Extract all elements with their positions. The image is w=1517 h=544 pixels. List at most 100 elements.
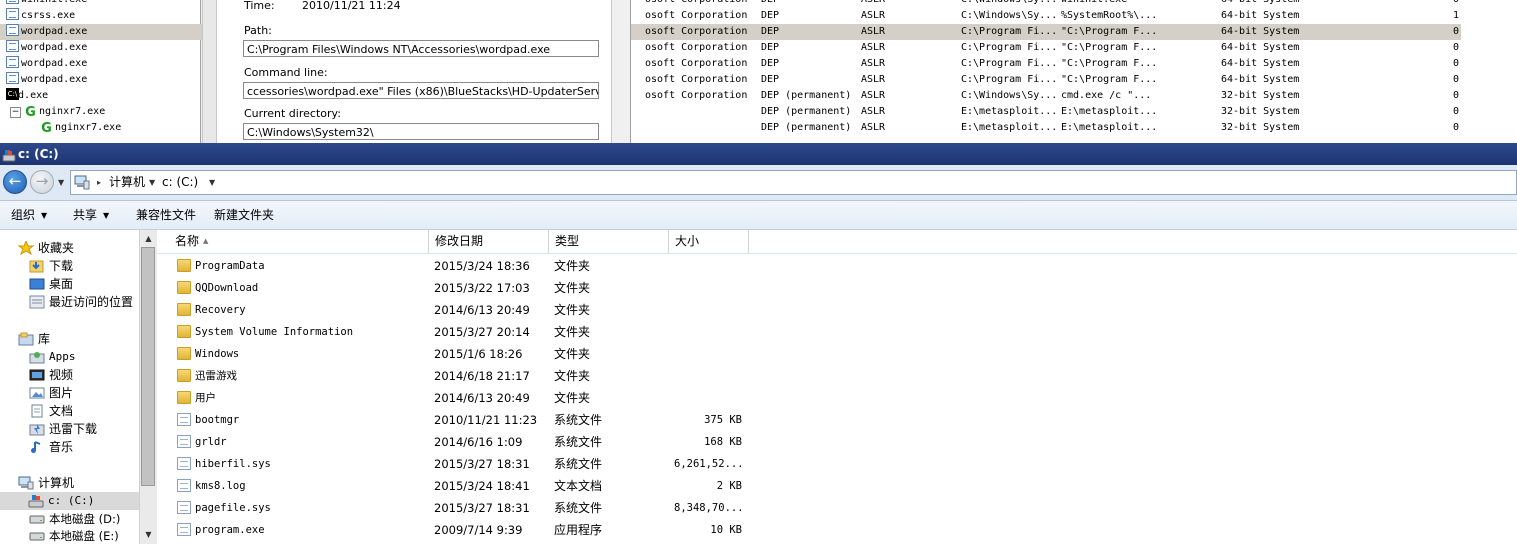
image-row[interactable]: osoft Corporation DEP ASLR C:\Windows\Sy...…: [631, 8, 1461, 24]
file-row[interactable]: bootmgr 2010/11/21 11:23 系统文件 375 KB: [157, 409, 1517, 431]
nav-label: 库: [38, 332, 51, 346]
process-row[interactable]: wordpad.exe: [0, 56, 87, 72]
image-cell-arch: 32-bit System: [1221, 106, 1300, 117]
image-row[interactable]: osoft Corporation DEP (permanent) ASLR C:\W…: [631, 88, 1461, 104]
address-field[interactable]: ▸ 计算机 ▼ c: (C:) ▼: [70, 170, 1517, 195]
breadcrumb-drive-c[interactable]: c: (C:): [162, 171, 198, 194]
explorer-title-bar[interactable]: c: (C:): [0, 143, 1517, 165]
nginx-icon: G: [41, 121, 52, 136]
breadcrumb-chevron-icon[interactable]: ▸: [97, 171, 101, 194]
file-size: 2 KB: [716, 480, 742, 492]
image-list[interactable]: osoft Corporation DEP ASLR C:\Windows\Sy...…: [631, 0, 1517, 143]
file-row[interactable]: Windows 2015/1/6 18:26 文件夹: [157, 343, 1517, 365]
share-button[interactable]: 共享 ▼: [73, 201, 109, 230]
image-cell-n: 0: [1453, 106, 1460, 117]
console-icon: C:\: [6, 88, 19, 100]
file-row[interactable]: System Volume Information 2015/3/27 20:14…: [157, 321, 1517, 343]
desktop-icon: [29, 277, 45, 291]
path-field[interactable]: C:\Program Files\Windows NT\Accessories\…: [243, 40, 599, 57]
file-type: 文件夹: [554, 303, 591, 317]
computer-icon: [74, 175, 90, 190]
column-type[interactable]: 类型: [549, 230, 669, 253]
file-name: hiberfil.sys: [195, 458, 271, 470]
folder-icon: [177, 325, 191, 338]
text-file-icon: [177, 479, 191, 492]
forward-button[interactable]: →: [30, 170, 54, 194]
breadcrumb-chevron-icon[interactable]: ▼: [209, 171, 215, 194]
panel-splitter[interactable]: [612, 0, 631, 143]
image-row[interactable]: osoft Corporation DEP ASLR C:\Program Fi...…: [631, 56, 1461, 72]
image-row[interactable]: osoft Corporation DEP ASLR C:\Program Fi...…: [631, 24, 1461, 40]
column-modified[interactable]: 修改日期: [429, 230, 549, 253]
file-row[interactable]: grldr 2014/6/16 1:09 系统文件 168 KB: [157, 431, 1517, 453]
file-modified: 2015/3/27 18:31: [434, 501, 530, 515]
image-row[interactable]: osoft Corporation DEP ASLR C:\Program Fi...…: [631, 40, 1461, 56]
organize-button[interactable]: 组织 ▼: [11, 201, 47, 230]
back-button[interactable]: ←: [3, 170, 27, 194]
file-row[interactable]: 用户 2014/6/13 20:49 文件夹: [157, 387, 1517, 409]
image-cell-company: osoft Corporation: [645, 10, 748, 21]
process-row[interactable]: wordpad.exe: [0, 40, 87, 56]
image-row[interactable]: osoft Corporation DEP ASLR C:\Windows\Sy...…: [631, 0, 1461, 8]
image-row[interactable]: osoft Corporation DEP ASLR C:\Program Fi...…: [631, 72, 1461, 88]
file-name: bootmgr: [195, 414, 240, 426]
process-row[interactable]: C:\ cmd.exe: [0, 88, 48, 104]
image-row[interactable]: DEP (permanent) ASLR E:\metasploit... E:\me…: [631, 104, 1461, 120]
image-cell-aslr: ASLR: [861, 26, 886, 37]
nav-label: 本地磁盘 (E:): [49, 529, 119, 543]
current-directory-field[interactable]: C:\Windows\System32\: [243, 123, 599, 140]
process-tree-scrollbar[interactable]: [202, 0, 217, 143]
process-tree[interactable]: wininit.exe csrss.exe wordpad.exe wordpad.e…: [0, 0, 206, 143]
image-cell-aslr: ASLR: [861, 74, 886, 85]
compat-files-button[interactable]: 兼容性文件: [136, 201, 196, 229]
image-cell-arch: 64-bit System: [1221, 42, 1300, 53]
image-cell-company: osoft Corporation: [645, 58, 748, 69]
nav-drive-c[interactable]: c: (C:): [0, 492, 139, 510]
image-cell-cmd: E:\metasploit...: [1061, 106, 1158, 117]
scroll-down-icon[interactable]: ▼: [141, 527, 156, 542]
image-cell-path: C:\Program Fi...: [961, 26, 1058, 37]
column-name[interactable]: 名称 ▲: [157, 230, 429, 253]
command-line-field[interactable]: ccessories\wordpad.exe" Files (x86)\Blue…: [243, 82, 599, 99]
navigation-pane-scrollbar[interactable]: ▲ ▼: [139, 230, 157, 544]
breadcrumb-computer[interactable]: 计算机: [109, 171, 145, 194]
scrollbar-thumb[interactable]: [141, 247, 155, 486]
process-name: nginxr7.exe: [39, 106, 106, 117]
file-row[interactable]: pagefile.sys 2015/3/27 18:31 系统文件 8,348,70.…: [157, 497, 1517, 519]
image-cell-n: 0: [1453, 122, 1460, 133]
process-row[interactable]: wordpad.exe: [0, 24, 206, 40]
nav-label: Apps: [49, 350, 76, 363]
file-row[interactable]: kms8.log 2015/3/24 18:41 文本文档 2 KB: [157, 475, 1517, 497]
folder-icon: [177, 369, 191, 382]
file-row[interactable]: program.exe 2009/7/14 9:39 应用程序 10 KB: [157, 519, 1517, 541]
file-name: QQDownload: [195, 282, 259, 294]
file-row[interactable]: hiberfil.sys 2015/3/27 18:31 系统文件 6,261,52.…: [157, 453, 1517, 475]
process-row[interactable]: csrss.exe: [0, 8, 75, 24]
image-cell-arch: 32-bit System: [1221, 90, 1300, 101]
process-row[interactable]: − Gnginxr7.exe: [0, 104, 105, 120]
file-row[interactable]: Recovery 2014/6/13 20:49 文件夹: [157, 299, 1517, 321]
column-header-row: 名称 ▲ 修改日期 类型 大小: [157, 230, 1517, 254]
image-row[interactable]: DEP (permanent) ASLR E:\metasploit... E:\me…: [631, 120, 1461, 136]
music-note-icon: [29, 440, 45, 454]
recent-places-icon: [29, 295, 45, 309]
collapse-toggle-icon[interactable]: −: [10, 107, 21, 118]
recent-pages-dropdown[interactable]: ▼: [58, 178, 67, 187]
file-row[interactable]: ProgramData 2015/3/24 18:36 文件夹: [157, 255, 1517, 277]
file-row[interactable]: QQDownload 2015/3/22 17:03 文件夹: [157, 277, 1517, 299]
window-title: c: (C:): [18, 147, 59, 161]
file-name: grldr: [195, 436, 227, 448]
new-folder-button[interactable]: 新建文件夹: [214, 201, 274, 229]
file-row[interactable]: 迅雷游戏 2014/6/18 21:17 文件夹: [157, 365, 1517, 387]
column-label: 名称: [175, 234, 200, 248]
process-row[interactable]: Gnginxr7.exe: [0, 120, 121, 136]
breadcrumb-chevron-icon[interactable]: ▼: [149, 171, 155, 194]
chevron-down-icon: ▼: [41, 211, 48, 220]
process-row[interactable]: wordpad.exe: [0, 72, 87, 88]
process-row[interactable]: wininit.exe: [0, 0, 87, 8]
file-list[interactable]: 名称 ▲ 修改日期 类型 大小 ProgramData 2015/3/24 18:3…: [157, 230, 1517, 544]
column-size[interactable]: 大小: [669, 230, 749, 253]
file-type: 系统文件: [554, 413, 603, 427]
scroll-up-icon[interactable]: ▲: [141, 231, 156, 246]
file-modified: 2015/3/22 17:03: [434, 281, 530, 295]
